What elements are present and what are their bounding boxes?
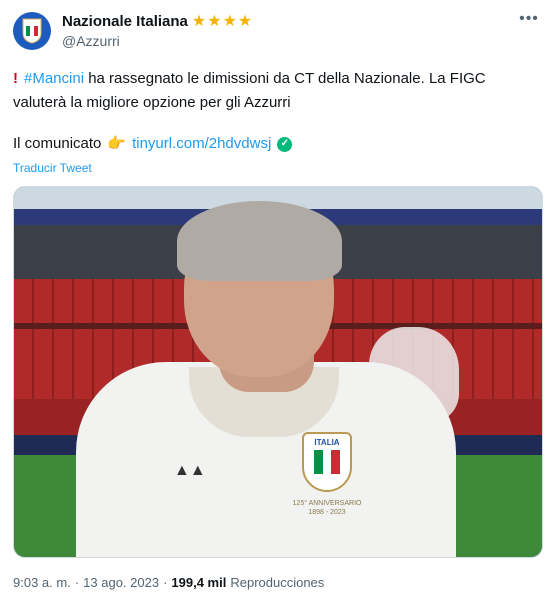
exclamation-icon: ! — [13, 70, 18, 87]
more-icon[interactable]: ••• — [517, 11, 541, 32]
verified-check-icon: ✓ — [277, 136, 293, 152]
italian-flag-icon — [314, 450, 341, 474]
star-icon: ★ — [191, 12, 207, 30]
views-count: 199,4 mil — [171, 575, 227, 590]
italia-crest-icon — [22, 18, 42, 44]
avatar[interactable] — [13, 12, 51, 50]
translate-tweet-link[interactable]: Traducir Tweet — [13, 161, 92, 175]
meta-separator: · — [74, 575, 80, 590]
star-badges: ★ ★ ★ ★ — [191, 12, 253, 30]
tweet-text-part1: ha rassegnato le dimissioni da CT della … — [84, 70, 486, 87]
hashtag-link[interactable]: #Mancini — [24, 70, 84, 87]
pointing-hand-icon: 👉 — [107, 135, 127, 152]
tweet-time[interactable]: 9:03 a. m. — [13, 575, 71, 590]
star-icon: ★ — [237, 12, 253, 30]
account-name-row: Nazionale Italiana ★ ★ ★ ★ — [62, 13, 252, 30]
meta-separator: · — [163, 575, 168, 590]
person-hair — [177, 201, 342, 281]
tweet-date[interactable]: 13 ago. 2023 — [83, 575, 159, 590]
tweet-text: ! #Mancini ha rassegnato le dimissioni da… — [13, 67, 538, 115]
anniversary-text: 125° ANNIVERSARIO 1898 - 2023 — [292, 500, 362, 516]
star-icon: ★ — [207, 12, 222, 30]
tweet-card: Nazionale Italiana ★ ★ ★ ★ @Azzurri ••• … — [0, 0, 555, 602]
statement-line: Il comunicato 👉 tinyurl.com/2hdvdwsj ✓ — [13, 134, 293, 154]
crest-label: ITALIA — [314, 438, 340, 447]
views-label: Reproducciones — [230, 575, 325, 590]
display-name[interactable]: Nazionale Italiana — [62, 13, 188, 30]
star-icon: ★ — [222, 12, 237, 30]
jacket-crest: ITALIA — [302, 432, 352, 492]
account-handle[interactable]: @Azzurri — [62, 33, 120, 49]
tweet-meta: 9:03 a. m. · 13 ago. 2023 · 199,4 mil Re… — [13, 575, 324, 590]
statement-label: Il comunicato — [13, 135, 102, 152]
tweet-video[interactable]: ▲▲ ITALIA 125° ANNIVERSARIO 1898 - 2023 — [13, 186, 543, 558]
jacket-logo-icon: ▲▲ — [174, 462, 206, 479]
statement-link[interactable]: tinyurl.com/2hdvdwsj — [132, 134, 271, 154]
tweet-text-part2: valuterà la migliore opzione per gli Azz… — [13, 94, 291, 111]
